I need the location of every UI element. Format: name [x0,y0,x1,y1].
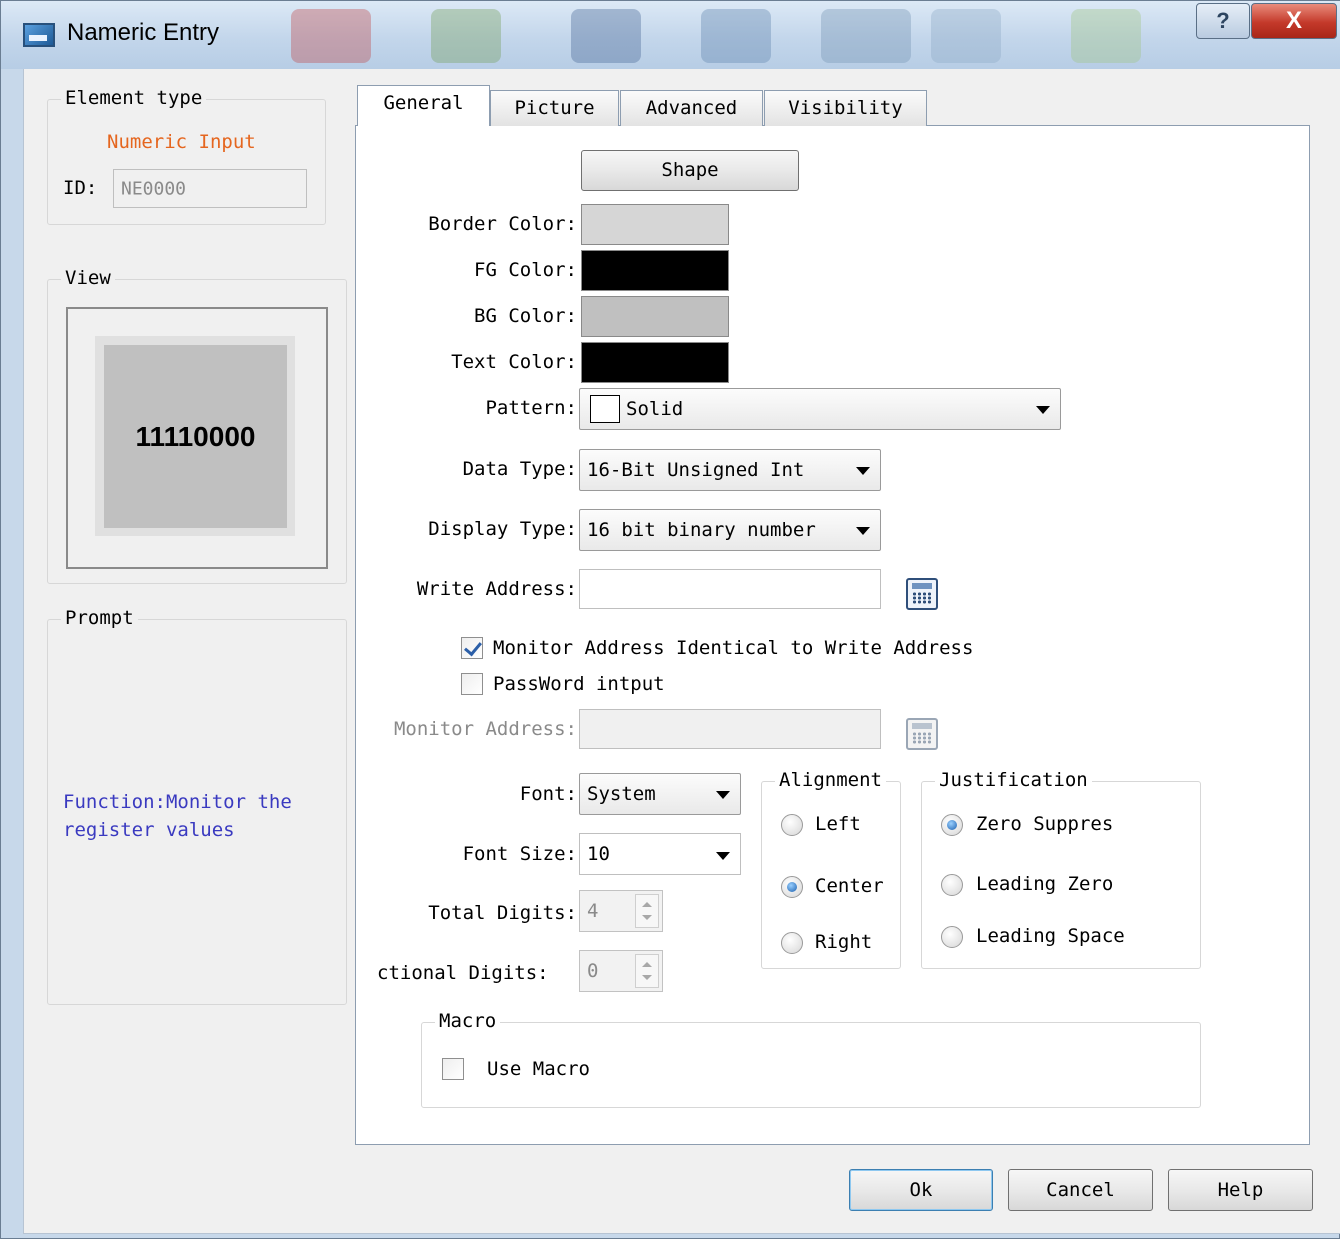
leading-space-radio[interactable] [941,926,963,948]
border-color-label: Border Color: [428,213,577,235]
element-type-name: Numeric Input [107,131,256,153]
leading-zero-label: Leading Zero [976,873,1114,895]
fractional-digits-value: 0 [587,960,599,982]
title-decoration [571,9,641,63]
border-color-swatch[interactable] [581,204,729,245]
element-type-group-label: Element type [61,87,207,109]
title-decoration [931,9,1001,63]
pattern-label: Pattern: [485,397,577,419]
justification-group-label: Justification [935,769,1092,791]
tab-general[interactable]: General [357,85,490,126]
pattern-value: Solid [626,398,684,420]
monitor-identical-label: Monitor Address Identical to Write Addre… [493,637,974,659]
title-bar[interactable]: Nameric Entry ? X [1,1,1340,69]
title-decoration [701,9,771,63]
font-select[interactable]: System [579,773,741,815]
font-size-label: Font Size: [462,843,577,865]
font-size-select[interactable]: 10 [579,833,741,875]
spin-up-icon [642,902,652,907]
cancel-button[interactable]: Cancel [1008,1169,1153,1211]
text-color-label: Text Color: [451,351,577,373]
leading-zero-radio[interactable] [941,874,963,896]
app-window-icon [23,23,55,47]
title-decoration [1071,9,1141,63]
align-center-radio[interactable] [781,876,803,898]
title-close-button[interactable]: X [1251,3,1337,39]
use-macro-label: Use Macro [487,1058,590,1080]
align-left-radio[interactable] [781,814,803,836]
monitor-identical-checkbox[interactable] [461,637,483,659]
ok-button[interactable]: Ok [849,1169,993,1211]
leading-space-label: Leading Space [976,925,1125,947]
font-label: Font: [519,783,577,805]
spin-up-icon [642,962,652,967]
alignment-group-label: Alignment [775,769,886,791]
tab-picture[interactable]: Picture [490,90,619,126]
fractional-digits-label: ctional Digits: [377,962,549,984]
dialog-window: Nameric Entry ? X Element type Numeric I… [0,0,1340,1239]
total-digits-label: Total Digits: [428,902,577,924]
align-left-label: Left [815,813,861,835]
monitor-address-field[interactable] [579,709,881,749]
spin-down-icon [642,915,652,920]
fractional-digits-spinner[interactable]: 0 [579,950,663,992]
preview-value: 11110000 [104,345,287,528]
chevron-down-icon [716,791,730,799]
id-field[interactable]: NE0000 [113,169,307,208]
zero-suppress-radio[interactable] [941,814,963,836]
title-decoration [821,9,911,63]
chevron-down-icon [856,467,870,475]
align-right-label: Right [815,931,873,953]
bg-color-swatch[interactable] [581,296,729,337]
pattern-select[interactable]: Solid [579,388,1061,430]
id-label: ID: [63,177,98,199]
text-color-swatch[interactable] [581,342,729,383]
align-center-label: Center [815,875,884,897]
bg-color-label: BG Color: [474,305,577,327]
zero-suppress-label: Zero Suppres [976,813,1114,835]
tab-advanced[interactable]: Advanced [620,90,763,126]
data-type-select[interactable]: 16-Bit Unsigned Int [579,449,881,491]
chevron-down-icon [856,527,870,535]
chevron-down-icon [716,852,730,860]
title-decoration [431,9,501,63]
calculator-icon-disabled[interactable] [906,718,938,750]
prompt-group-label: Prompt [61,607,138,629]
font-size-value: 10 [587,843,610,865]
total-digits-spinner[interactable]: 4 [579,890,663,932]
shape-button[interactable]: Shape [581,150,799,191]
window-title: Nameric Entry [67,19,220,46]
use-macro-checkbox[interactable] [442,1058,464,1080]
pattern-preview-icon [590,395,620,423]
title-help-button[interactable]: ? [1196,3,1250,39]
align-right-radio[interactable] [781,932,803,954]
font-value: System [587,783,656,805]
title-decoration [291,9,371,63]
prompt-text-line1: Function:Monitor the [63,791,292,813]
view-group-label: View [61,267,115,289]
total-digits-value: 4 [587,900,599,922]
display-type-value: 16 bit binary number [587,519,816,541]
write-address-field[interactable] [579,569,881,609]
data-type-value: 16-Bit Unsigned Int [587,459,805,481]
chevron-down-icon [1036,406,1050,414]
spinner-buttons[interactable] [635,954,659,988]
calculator-icon[interactable] [906,578,938,610]
spin-down-icon [642,975,652,980]
fg-color-swatch[interactable] [581,250,729,291]
monitor-address-label: Monitor Address: [393,718,577,740]
tab-visibility[interactable]: Visibility [764,90,927,126]
display-type-select[interactable]: 16 bit binary number [579,509,881,551]
id-value: NE0000 [121,178,187,199]
macro-group-label: Macro [435,1010,501,1032]
prompt-text-line2: register values [63,819,235,841]
help-button[interactable]: Help [1168,1169,1313,1211]
spinner-buttons[interactable] [635,894,659,928]
write-address-label: Write Address: [416,578,577,600]
fg-color-label: FG Color: [474,259,577,281]
password-checkbox[interactable] [461,673,483,695]
password-label: PassWord intput [493,673,665,695]
display-type-label: Display Type: [428,518,577,540]
data-type-label: Data Type: [462,458,577,480]
